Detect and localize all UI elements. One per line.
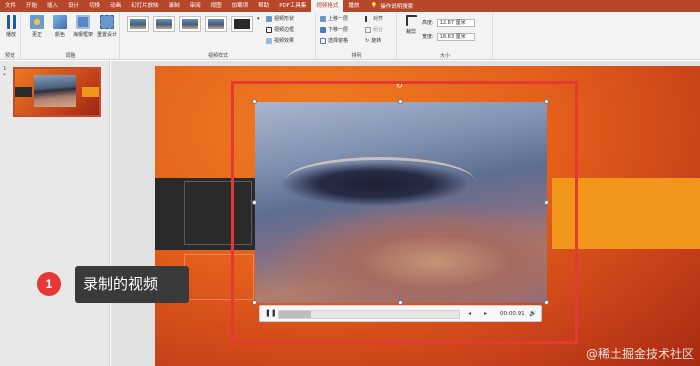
chevron-down-icon: ▾ [257,16,260,22]
send-backward-icon [320,26,326,33]
step-badge: 1 [37,272,61,296]
watermark: @稀土掘金技术社区 [585,347,694,361]
send-backward-button[interactable]: 下移一层 [320,26,348,33]
play-button[interactable]: 播放 [3,15,19,38]
group-arrange: 上移一层 下移一层 选择窗格 对齐 组合 ↻ 旋转 排列 [317,12,397,60]
tab-slideshow[interactable]: 幻灯片放映 [126,0,164,12]
play-label: 播放 [5,32,16,38]
slide-thumbnail-1[interactable] [13,67,101,117]
tab-record[interactable]: 录制 [164,0,185,12]
selection-pane-button[interactable]: 选择窗格 [320,37,348,44]
rotate-button[interactable]: ↻ 旋转 [365,37,382,45]
group-preview: 播放 预览 [0,12,21,60]
play-icon [6,15,16,29]
color-label: 颜色 [54,32,65,38]
shape-icon [266,15,272,22]
thumbnail-video-image [34,75,76,107]
reset-design-button[interactable]: 重置设计 [94,15,120,38]
selection-pane-icon [320,37,326,44]
height-field[interactable]: 高度: 12.87 厘米 [422,18,475,27]
width-label: 宽度: [422,34,434,40]
video-effects-label: 视频效果 [274,38,295,44]
tab-home[interactable]: 开始 [21,0,42,12]
bring-forward-label: 上移一层 [328,16,349,22]
slides-panel: 1 * [0,61,110,366]
tell-me-search[interactable]: 💡 操作说明搜索 [370,2,413,10]
crop-label: 裁剪 [405,29,416,35]
group-video-styles: ▾ 视频形状 视频边框 视频效果 视频样式 [121,12,316,60]
group-icon [365,26,371,33]
group-adjust: 更正 颜色 海报框架 重置设计 调整 [22,12,120,60]
tab-review[interactable]: 审阅 [185,0,206,12]
lightbulb-icon: 💡 [370,3,378,9]
height-input[interactable]: 12.87 厘米 [436,18,475,27]
crop-button[interactable]: 裁剪 [402,15,420,35]
tab-view[interactable]: 视图 [206,0,227,12]
ribbon: 播放 预览 更正 颜色 海报框架 重置设计 调整 ▾ 视频形状 视频边框 视频效… [0,12,700,60]
tab-transitions[interactable]: 切换 [84,0,105,12]
bring-forward-icon [320,15,326,22]
group-label-preview: 预览 [4,53,15,59]
tab-file[interactable]: 文件 [0,0,21,12]
highlight-box [231,81,578,344]
tab-design[interactable]: 设计 [63,0,84,12]
correction-button[interactable]: 更正 [27,15,47,38]
tab-addins[interactable]: 加载项 [227,0,254,12]
poster-frame-icon [76,15,90,29]
crop-icon [405,15,417,26]
reset-design-label: 重置设计 [96,32,117,38]
rotate-icon: ↻ [365,37,370,44]
slide-number: 1 [3,66,7,72]
group-size: 裁剪 高度: 12.87 厘米 宽度: 18.63 厘米 大小 [398,12,493,60]
annotation-callout: 录制的视频 [75,266,189,303]
video-style-2[interactable] [153,16,175,32]
align-icon [365,15,371,22]
correction-label: 更正 [31,32,42,38]
align-label: 对齐 [373,16,384,22]
tab-playback[interactable]: 播放 [343,0,364,12]
video-style-4[interactable] [205,16,227,32]
bring-forward-button[interactable]: 上移一层 [320,15,348,22]
tab-animations[interactable]: 动画 [105,0,126,12]
video-shape-button[interactable]: 视频形状 [266,15,294,22]
reset-design-icon [100,15,114,29]
tell-me-label: 操作说明搜索 [380,4,414,10]
group-label-arrange: 排列 [351,53,362,59]
tab-help[interactable]: 帮助 [253,0,274,12]
brightness-icon [30,15,44,29]
border-icon [266,26,272,33]
video-style-1[interactable] [127,16,149,32]
align-button[interactable]: 对齐 [365,15,383,22]
effects-icon [266,37,272,44]
rotate-label: 旋转 [371,38,382,44]
poster-frame-button[interactable]: 海报框架 [73,15,93,38]
color-button[interactable]: 颜色 [50,15,70,38]
tab-pdf-tools[interactable]: PDF工具集 [274,0,311,12]
group-label-size: 大小 [439,53,450,59]
width-input[interactable]: 18.63 厘米 [436,32,475,41]
width-field[interactable]: 宽度: 18.63 厘米 [422,32,475,41]
video-shape-label: 视频形状 [274,16,295,22]
slide-animation-marker: * [3,73,6,79]
group-label-adjust: 调整 [65,53,76,59]
video-border-label: 视频边框 [274,27,295,33]
send-backward-label: 下移一层 [328,27,349,33]
group-label-video-styles: 视频样式 [207,53,228,59]
group-objects-label: 组合 [373,27,384,33]
video-border-button[interactable]: 视频边框 [266,26,294,33]
video-style-3[interactable] [179,16,201,32]
color-icon [53,15,67,29]
height-label: 高度: [422,20,434,26]
group-button[interactable]: 组合 [365,26,383,33]
poster-frame-label: 海报框架 [73,32,94,38]
tab-insert[interactable]: 插入 [42,0,63,12]
gallery-more-button[interactable]: ▾ [257,16,260,22]
tab-video-format[interactable]: 视频格式 [311,0,344,12]
ribbon-tab-bar: 文件 开始 插入 设计 切换 动画 幻灯片放映 录制 审阅 视图 加载项 帮助 … [0,0,700,12]
selection-pane-label: 选择窗格 [328,38,349,44]
video-style-5[interactable] [231,16,253,32]
video-effects-button[interactable]: 视频效果 [266,37,294,44]
